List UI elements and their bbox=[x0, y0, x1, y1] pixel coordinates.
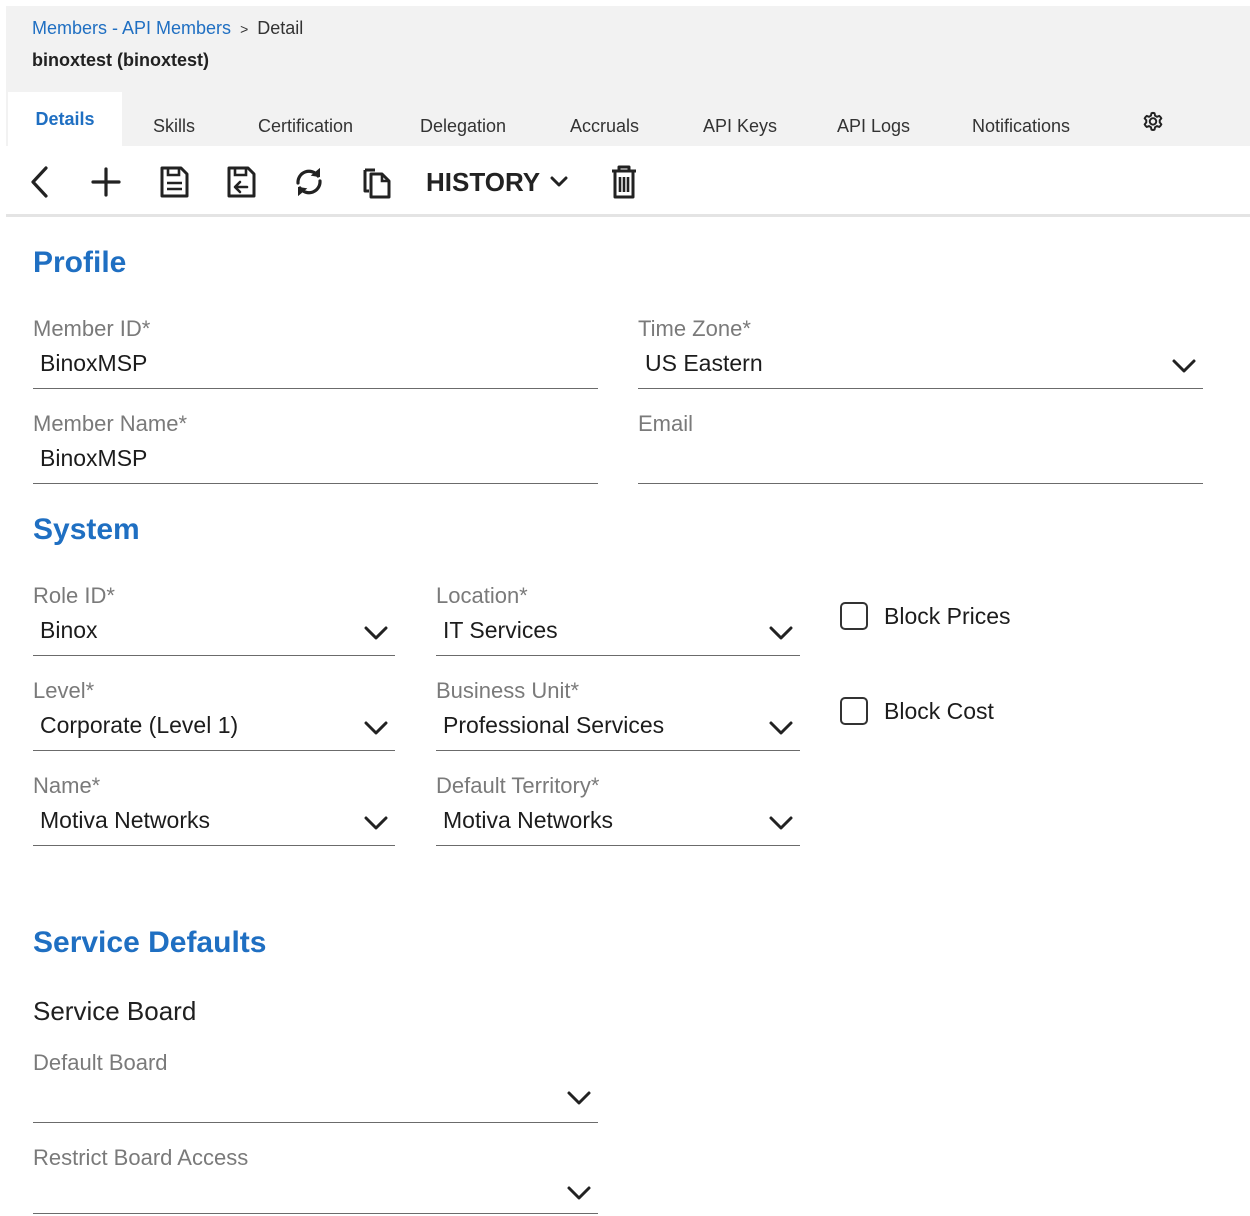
default-board-underline bbox=[33, 1122, 598, 1123]
chevron-down-icon[interactable] bbox=[363, 718, 389, 738]
member-name-underline bbox=[33, 483, 598, 484]
member-name-label: Member Name* bbox=[33, 411, 188, 436]
chevron-down-icon[interactable] bbox=[768, 813, 794, 833]
level-label: Level* bbox=[33, 678, 95, 703]
business-unit-value[interactable]: Professional Services bbox=[443, 712, 664, 739]
business-unit-underline bbox=[436, 750, 800, 751]
save-icon[interactable] bbox=[156, 164, 192, 200]
chevron-down-icon[interactable] bbox=[566, 1088, 592, 1108]
member-id-field[interactable]: Member ID* BinoxMSP bbox=[33, 316, 598, 390]
time-zone-value[interactable]: US Eastern bbox=[645, 350, 763, 377]
chevron-down-icon[interactable] bbox=[566, 1183, 592, 1203]
tab-api-logs[interactable]: API Logs bbox=[837, 106, 910, 146]
gear-icon[interactable] bbox=[1140, 108, 1168, 136]
role-id-value[interactable]: Binox bbox=[40, 617, 98, 644]
business-unit-select[interactable]: Business Unit* Professional Services bbox=[436, 678, 800, 752]
role-id-select[interactable]: Role ID* Binox bbox=[33, 583, 395, 657]
business-unit-label: Business Unit* bbox=[436, 678, 580, 703]
block-prices-checkbox-row[interactable]: Block Prices bbox=[840, 602, 1011, 630]
chevron-down-icon[interactable] bbox=[363, 623, 389, 643]
tab-accruals[interactable]: Accruals bbox=[570, 106, 639, 146]
default-territory-value[interactable]: Motiva Networks bbox=[443, 807, 613, 834]
role-id-underline bbox=[33, 655, 395, 656]
history-dropdown[interactable]: HISTORY bbox=[426, 164, 568, 200]
tab-delegation[interactable]: Delegation bbox=[420, 106, 506, 146]
location-value[interactable]: IT Services bbox=[443, 617, 558, 644]
chevron-down-icon[interactable] bbox=[1171, 356, 1197, 376]
chevron-down-icon[interactable] bbox=[768, 718, 794, 738]
chevron-down-icon bbox=[550, 176, 568, 187]
email-underline bbox=[638, 483, 1203, 484]
save-and-close-icon[interactable] bbox=[223, 164, 259, 200]
location-select[interactable]: Location* IT Services bbox=[436, 583, 800, 657]
page-header: Members - API Members > Detail binoxtest… bbox=[6, 6, 1250, 146]
default-board-label: Default Board bbox=[33, 1050, 168, 1075]
time-zone-select[interactable]: Time Zone* US Eastern bbox=[638, 316, 1203, 390]
history-label: HISTORY bbox=[426, 167, 541, 197]
restrict-board-access-label: Restrict Board Access bbox=[33, 1145, 249, 1170]
breadcrumb-separator-icon: > bbox=[240, 21, 249, 37]
role-id-label: Role ID* bbox=[33, 583, 115, 608]
copy-icon[interactable] bbox=[359, 164, 395, 200]
block-prices-label: Block Prices bbox=[884, 602, 1011, 629]
time-zone-underline bbox=[638, 388, 1203, 389]
name-value[interactable]: Motiva Networks bbox=[40, 807, 210, 834]
default-territory-label: Default Territory* bbox=[436, 773, 600, 798]
level-underline bbox=[33, 750, 395, 751]
breadcrumb-link-api-members[interactable]: Members - API Members bbox=[32, 18, 231, 38]
toolbar: HISTORY bbox=[6, 146, 1250, 217]
section-title-profile: Profile bbox=[33, 246, 127, 279]
delete-icon[interactable] bbox=[606, 164, 642, 200]
email-field[interactable]: Email bbox=[638, 411, 1203, 485]
block-cost-checkbox[interactable] bbox=[840, 697, 868, 725]
tab-notifications[interactable]: Notifications bbox=[972, 106, 1070, 146]
refresh-icon[interactable] bbox=[291, 164, 327, 200]
service-board-title: Service Board bbox=[33, 996, 197, 1026]
name-underline bbox=[33, 845, 395, 846]
level-value[interactable]: Corporate (Level 1) bbox=[40, 712, 238, 739]
restrict-board-access-underline bbox=[33, 1213, 598, 1214]
block-prices-checkbox[interactable] bbox=[840, 602, 868, 630]
tab-certification[interactable]: Certification bbox=[258, 106, 353, 146]
member-id-label: Member ID* bbox=[33, 316, 151, 341]
section-title-service-defaults: Service Defaults bbox=[33, 926, 267, 959]
block-cost-checkbox-row[interactable]: Block Cost bbox=[840, 697, 994, 725]
member-id-value[interactable]: BinoxMSP bbox=[40, 350, 147, 377]
block-cost-label: Block Cost bbox=[884, 697, 994, 724]
default-territory-underline bbox=[436, 845, 800, 846]
default-territory-select[interactable]: Default Territory* Motiva Networks bbox=[436, 773, 800, 847]
tab-details[interactable]: Details bbox=[8, 92, 122, 146]
breadcrumb: Members - API Members > Detail bbox=[32, 18, 303, 39]
add-icon[interactable] bbox=[88, 164, 124, 200]
location-underline bbox=[436, 655, 800, 656]
chevron-down-icon[interactable] bbox=[768, 623, 794, 643]
member-id-underline bbox=[33, 388, 598, 389]
location-label: Location* bbox=[436, 583, 528, 608]
breadcrumb-current: Detail bbox=[257, 18, 304, 38]
email-label: Email bbox=[638, 411, 694, 436]
section-title-system: System bbox=[33, 513, 140, 546]
chevron-down-icon[interactable] bbox=[363, 813, 389, 833]
record-subtitle: binoxtest (binoxtest) bbox=[32, 50, 210, 70]
tab-api-keys[interactable]: API Keys bbox=[703, 106, 777, 146]
tab-skills[interactable]: Skills bbox=[153, 106, 195, 146]
restrict-board-access-select[interactable]: Restrict Board Access bbox=[33, 1145, 598, 1215]
default-board-select[interactable]: Default Board bbox=[33, 1050, 598, 1124]
member-name-field[interactable]: Member Name* BinoxMSP bbox=[33, 411, 598, 485]
name-select[interactable]: Name* Motiva Networks bbox=[33, 773, 395, 847]
level-select[interactable]: Level* Corporate (Level 1) bbox=[33, 678, 395, 752]
time-zone-label: Time Zone* bbox=[638, 316, 751, 341]
name-label: Name* bbox=[33, 773, 101, 798]
member-name-value[interactable]: BinoxMSP bbox=[40, 445, 147, 472]
back-icon[interactable] bbox=[22, 164, 58, 200]
